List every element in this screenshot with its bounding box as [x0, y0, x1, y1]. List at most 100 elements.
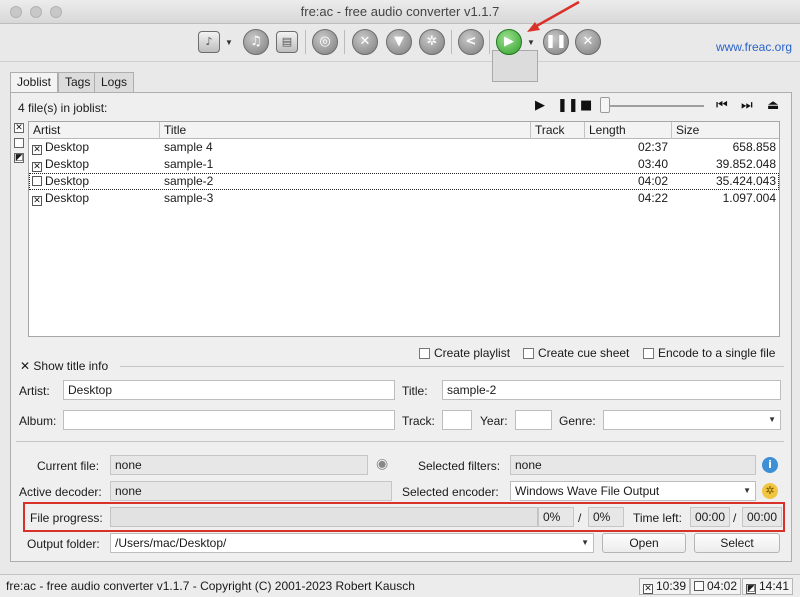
open-button[interactable]: Open — [602, 533, 686, 553]
album-label: Album: — [19, 414, 57, 428]
filter-settings-icon[interactable]: ▼ — [386, 29, 412, 55]
table-row[interactable]: ✕ Desktop sample-3 04:22 1.097.004 — [29, 190, 779, 207]
row-length: 04:02 — [637, 174, 668, 188]
toolbar: ♪ ▼ ♫ ▤ ◎ ✕ ▼ ✲ < ▶ ▼ ❚❚ ✕ — [0, 24, 800, 82]
group-divider — [120, 366, 784, 367]
show-title-info-toggle[interactable]: ✕ Show title info — [20, 359, 108, 373]
selected-encoder-label: Selected encoder: — [402, 485, 499, 499]
encoder-settings-icon[interactable]: ✲ — [762, 483, 778, 499]
create-playlist-label: Create playlist — [434, 346, 511, 360]
tab-joblist[interactable]: Joblist — [10, 72, 59, 93]
chevron-down-icon: ▼ — [768, 415, 776, 424]
joblist-table: Artist Title Track Length Size ✕ Desktop s… — [28, 121, 780, 337]
window-title: fre:ac - free audio converter v1.1.7 — [300, 4, 500, 19]
tab-logs[interactable]: Logs — [94, 72, 135, 92]
row-checked-checkbox[interactable]: ✕ — [32, 196, 42, 206]
playback-slider[interactable] — [606, 105, 704, 107]
window-close-button[interactable] — [10, 6, 22, 18]
track-label: Track: — [402, 414, 435, 428]
show-title-info-label: Show title info — [33, 359, 109, 373]
current-file-field: none — [110, 455, 368, 475]
create-playlist-checkbox[interactable] — [419, 348, 430, 359]
add-folder-icon[interactable]: ▤ — [276, 31, 298, 53]
row-length: 04:22 — [637, 191, 668, 205]
toolbar-separator — [489, 30, 490, 54]
next-track-icon[interactable]: ⏭ — [741, 98, 753, 113]
row-unchecked-checkbox[interactable] — [32, 176, 42, 186]
encode-single-option[interactable]: Encode to a single file — [643, 346, 775, 360]
add-cd-icon[interactable]: ♫ — [243, 29, 269, 55]
album-field[interactable] — [63, 410, 395, 430]
encode-single-checkbox[interactable] — [643, 348, 654, 359]
window-zoom-button[interactable] — [50, 6, 62, 18]
column-artist[interactable]: Artist — [29, 122, 160, 139]
table-row[interactable]: ✕ Desktop sample 4 02:37 658.858 — [29, 139, 779, 156]
selected-encoder-select[interactable]: Windows Wave File Output ▼ — [510, 481, 756, 501]
cd-ripper-icon: ◉ — [376, 455, 389, 471]
selection-controls: ✕ ◩ — [14, 123, 24, 168]
title-label: Title: — [402, 384, 428, 398]
active-decoder-field: none — [110, 481, 392, 501]
cell-artist: ✕ Desktop — [32, 190, 160, 207]
website-link[interactable]: www.freac.org — [716, 40, 792, 54]
time-selected: 10:39 — [656, 579, 687, 593]
select-none-checkbox[interactable] — [14, 138, 24, 148]
start-encoding-icon[interactable]: ▶ — [496, 29, 522, 55]
create-cue-sheet-checkbox[interactable] — [523, 348, 534, 359]
pause-icon[interactable]: ❚❚ — [557, 98, 579, 113]
status-text: fre:ac - free audio converter v1.1.7 - C… — [6, 579, 415, 593]
stop-icon[interactable]: ■ — [580, 98, 592, 113]
column-size[interactable]: Size — [672, 122, 779, 139]
select-button[interactable]: Select — [694, 533, 780, 553]
create-cue-sheet-option[interactable]: Create cue sheet — [523, 346, 629, 360]
table-row[interactable]: Desktop sample-2 04:02 35.424.043 — [29, 173, 779, 190]
selected-filters-field: none — [510, 455, 756, 475]
year-field[interactable] — [515, 410, 552, 430]
share-icon[interactable]: < — [458, 29, 484, 55]
time-selected-badge: ✕ 10:39 — [639, 578, 691, 595]
select-all-checkbox[interactable]: ✕ — [14, 123, 24, 133]
unchecked-icon — [694, 581, 704, 591]
year-label: Year: — [480, 414, 508, 428]
start-encoding-dropdown-icon[interactable]: ▼ — [527, 38, 535, 47]
cddb-query-icon[interactable]: ◎ — [312, 29, 338, 55]
column-track[interactable]: Track — [531, 122, 585, 139]
eject-icon[interactable]: ⏏ — [767, 98, 779, 113]
previous-track-icon[interactable]: ⏮ — [716, 98, 728, 113]
window-minimize-button[interactable] — [30, 6, 42, 18]
tab-tags[interactable]: Tags — [58, 72, 98, 92]
row-artist: Desktop — [45, 191, 90, 205]
row-size: 658.858 — [732, 140, 776, 154]
playback-slider-thumb[interactable] — [600, 97, 610, 113]
row-title: sample-1 — [164, 157, 214, 171]
output-folder-label: Output folder: — [27, 537, 100, 551]
track-field[interactable] — [442, 410, 472, 430]
current-file-label: Current file: — [37, 459, 100, 473]
add-files-dropdown-icon[interactable]: ▼ — [225, 38, 233, 47]
row-checked-checkbox[interactable]: ✕ — [32, 162, 42, 172]
component-settings-icon[interactable]: ✲ — [419, 29, 445, 55]
mixed-icon: ◩ — [746, 584, 756, 594]
row-track — [531, 190, 581, 207]
genre-select[interactable]: ▼ — [603, 410, 781, 430]
row-checked-checkbox[interactable]: ✕ — [32, 145, 42, 155]
show-title-info-checkbox[interactable]: ✕ — [20, 359, 30, 373]
genre-label: Genre: — [559, 414, 596, 428]
output-folder-select[interactable]: /Users/mac/Desktop/ ▼ — [110, 533, 594, 553]
column-length[interactable]: Length — [585, 122, 672, 139]
add-files-icon[interactable]: ♪ — [198, 31, 220, 53]
title-field[interactable]: sample-2 — [442, 380, 781, 400]
column-title[interactable]: Title — [160, 122, 531, 139]
toggle-selection-checkbox[interactable]: ◩ — [14, 153, 24, 163]
create-cue-sheet-label: Create cue sheet — [538, 346, 630, 360]
create-playlist-option[interactable]: Create playlist — [419, 346, 510, 360]
filter-info-icon[interactable]: i — [762, 457, 778, 473]
table-row[interactable]: ✕ Desktop sample-1 03:40 39.852.048 — [29, 156, 779, 173]
row-length: 03:40 — [637, 157, 668, 171]
play-icon[interactable]: ▶ — [535, 98, 545, 113]
general-settings-icon[interactable]: ✕ — [352, 29, 378, 55]
artist-field[interactable]: Desktop — [63, 380, 395, 400]
cell-artist: ✕ Desktop — [32, 156, 160, 173]
start-encoding-frame — [492, 50, 538, 82]
toolbar-separator — [305, 30, 306, 54]
